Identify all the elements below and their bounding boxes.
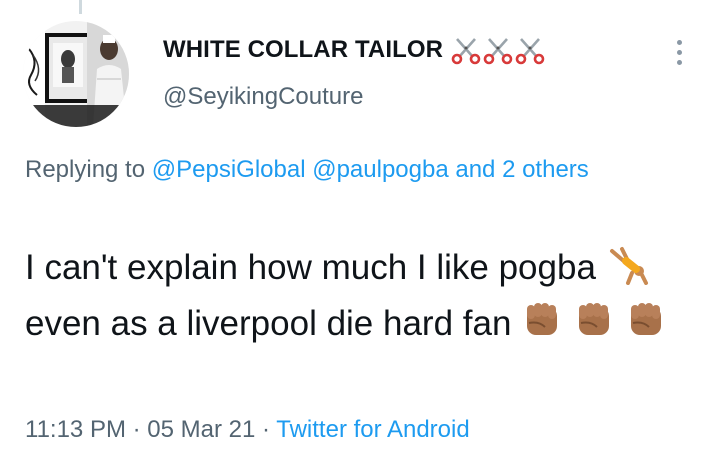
- tweet-text-part-2: even as a liverpool die hard fan: [25, 304, 512, 343]
- more-dot: [676, 59, 682, 65]
- scissors-icon: [515, 38, 545, 65]
- avatar[interactable]: [23, 21, 129, 127]
- thread-connector-line: [79, 0, 82, 14]
- cartwheel-emoji: [606, 245, 650, 285]
- tweet-time[interactable]: 11:13 PM: [25, 416, 126, 443]
- tweet-body: I can't explain how much I like pogba ev…: [25, 240, 685, 352]
- others-link[interactable]: and 2 others: [455, 156, 588, 183]
- user-handle[interactable]: @SeyikingCouture: [163, 83, 363, 111]
- replying-to-label: Replying to: [25, 156, 146, 183]
- tweet-text-part-1: I can't explain how much I like pogba: [25, 248, 596, 287]
- more-dot: [676, 49, 682, 55]
- meta-separator: ·: [262, 416, 271, 443]
- display-name[interactable]: WHITE COLLAR TAILOR: [163, 36, 443, 64]
- raised-fist-emoji: [625, 299, 667, 341]
- name-emoji-group: [451, 35, 545, 65]
- mention-link[interactable]: @paulpogba: [312, 156, 448, 183]
- more-vertical-icon[interactable]: [668, 35, 690, 69]
- meta-separator: ·: [132, 416, 141, 443]
- mention-link[interactable]: @PepsiGlobal: [152, 156, 306, 183]
- author-name-row[interactable]: WHITE COLLAR TAILOR: [163, 32, 545, 68]
- source-link[interactable]: Twitter for Android: [276, 416, 469, 443]
- raised-fist-emoji: [573, 299, 615, 341]
- scissors-icon: [451, 38, 481, 65]
- tweet-date[interactable]: 05 Mar 21: [147, 416, 255, 443]
- reply-context: Replying to @PepsiGlobal @paulpogba and …: [25, 151, 665, 189]
- tweet-meta: 11:13 PM · 05 Mar 21 · Twitter for Andro…: [25, 416, 470, 444]
- raised-fist-emoji: [521, 299, 563, 341]
- more-dot: [676, 39, 682, 45]
- scissors-icon: [483, 38, 513, 65]
